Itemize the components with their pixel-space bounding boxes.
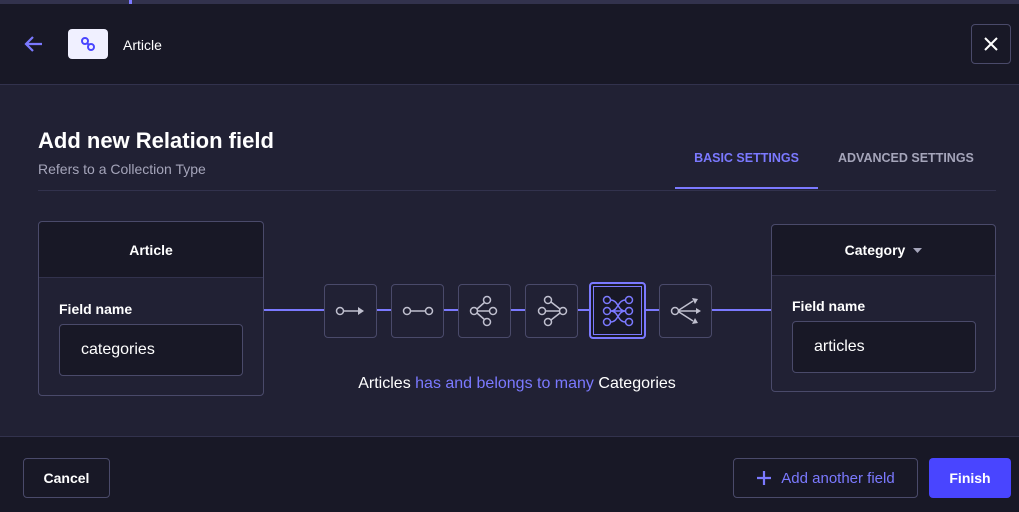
left-collection-card: Article Field name xyxy=(38,221,264,396)
close-icon xyxy=(984,37,998,51)
left-field-label: Field name xyxy=(59,301,133,317)
many-to-one-icon xyxy=(537,295,567,327)
right-collection-select[interactable]: Category xyxy=(772,225,995,276)
add-another-field-button[interactable]: Add another field xyxy=(733,458,918,498)
active-tab-indicator xyxy=(675,187,818,189)
many-way-icon xyxy=(670,298,701,324)
tab-advanced-settings[interactable]: ADVANCED SETTINGS xyxy=(838,151,974,165)
relation-one-way-button[interactable] xyxy=(324,284,377,338)
one-way-icon xyxy=(335,306,364,316)
add-another-field-label: Add another field xyxy=(781,469,895,487)
tabs-divider xyxy=(38,190,996,191)
finish-button[interactable]: Finish xyxy=(929,458,1011,498)
right-collection-name: Category xyxy=(844,242,906,258)
relation-many-to-one-button[interactable] xyxy=(525,284,578,338)
left-field-name-input[interactable] xyxy=(59,324,243,376)
header-title: Article xyxy=(123,37,162,53)
right-collection-card: Category Field name xyxy=(771,224,996,392)
right-field-name-input[interactable] xyxy=(792,321,976,373)
target-name: Categories xyxy=(598,375,676,392)
modal-footer: Cancel Add another field Finish xyxy=(0,436,1019,512)
relation-description: Articles has and belongs to many Categor… xyxy=(0,375,1019,393)
many-to-many-icon xyxy=(602,295,633,326)
relation-one-to-many-button[interactable] xyxy=(458,284,511,338)
left-collection-name: Article xyxy=(39,222,263,278)
source-name: Articles xyxy=(358,375,411,392)
relation-link-icon xyxy=(68,29,108,59)
caret-down-icon xyxy=(913,247,923,253)
relation-many-way-button[interactable] xyxy=(659,284,712,338)
cancel-button[interactable]: Cancel xyxy=(23,458,110,498)
relation-many-to-many-button[interactable] xyxy=(589,282,646,339)
modal-title: Add new Relation field xyxy=(38,128,274,153)
relation-one-to-one-button[interactable] xyxy=(391,284,444,338)
modal-header: Article xyxy=(0,4,1019,85)
relation-text: has and belongs to many xyxy=(415,375,594,392)
one-to-one-icon xyxy=(402,306,433,316)
tab-basic-settings[interactable]: BASIC SETTINGS xyxy=(675,151,818,165)
close-button[interactable] xyxy=(971,24,1011,64)
plus-icon xyxy=(757,471,772,485)
back-arrow-icon[interactable] xyxy=(22,32,46,56)
right-field-label: Field name xyxy=(792,298,866,314)
one-to-many-icon xyxy=(469,295,497,327)
modal-subtitle: Refers to a Collection Type xyxy=(38,161,206,177)
